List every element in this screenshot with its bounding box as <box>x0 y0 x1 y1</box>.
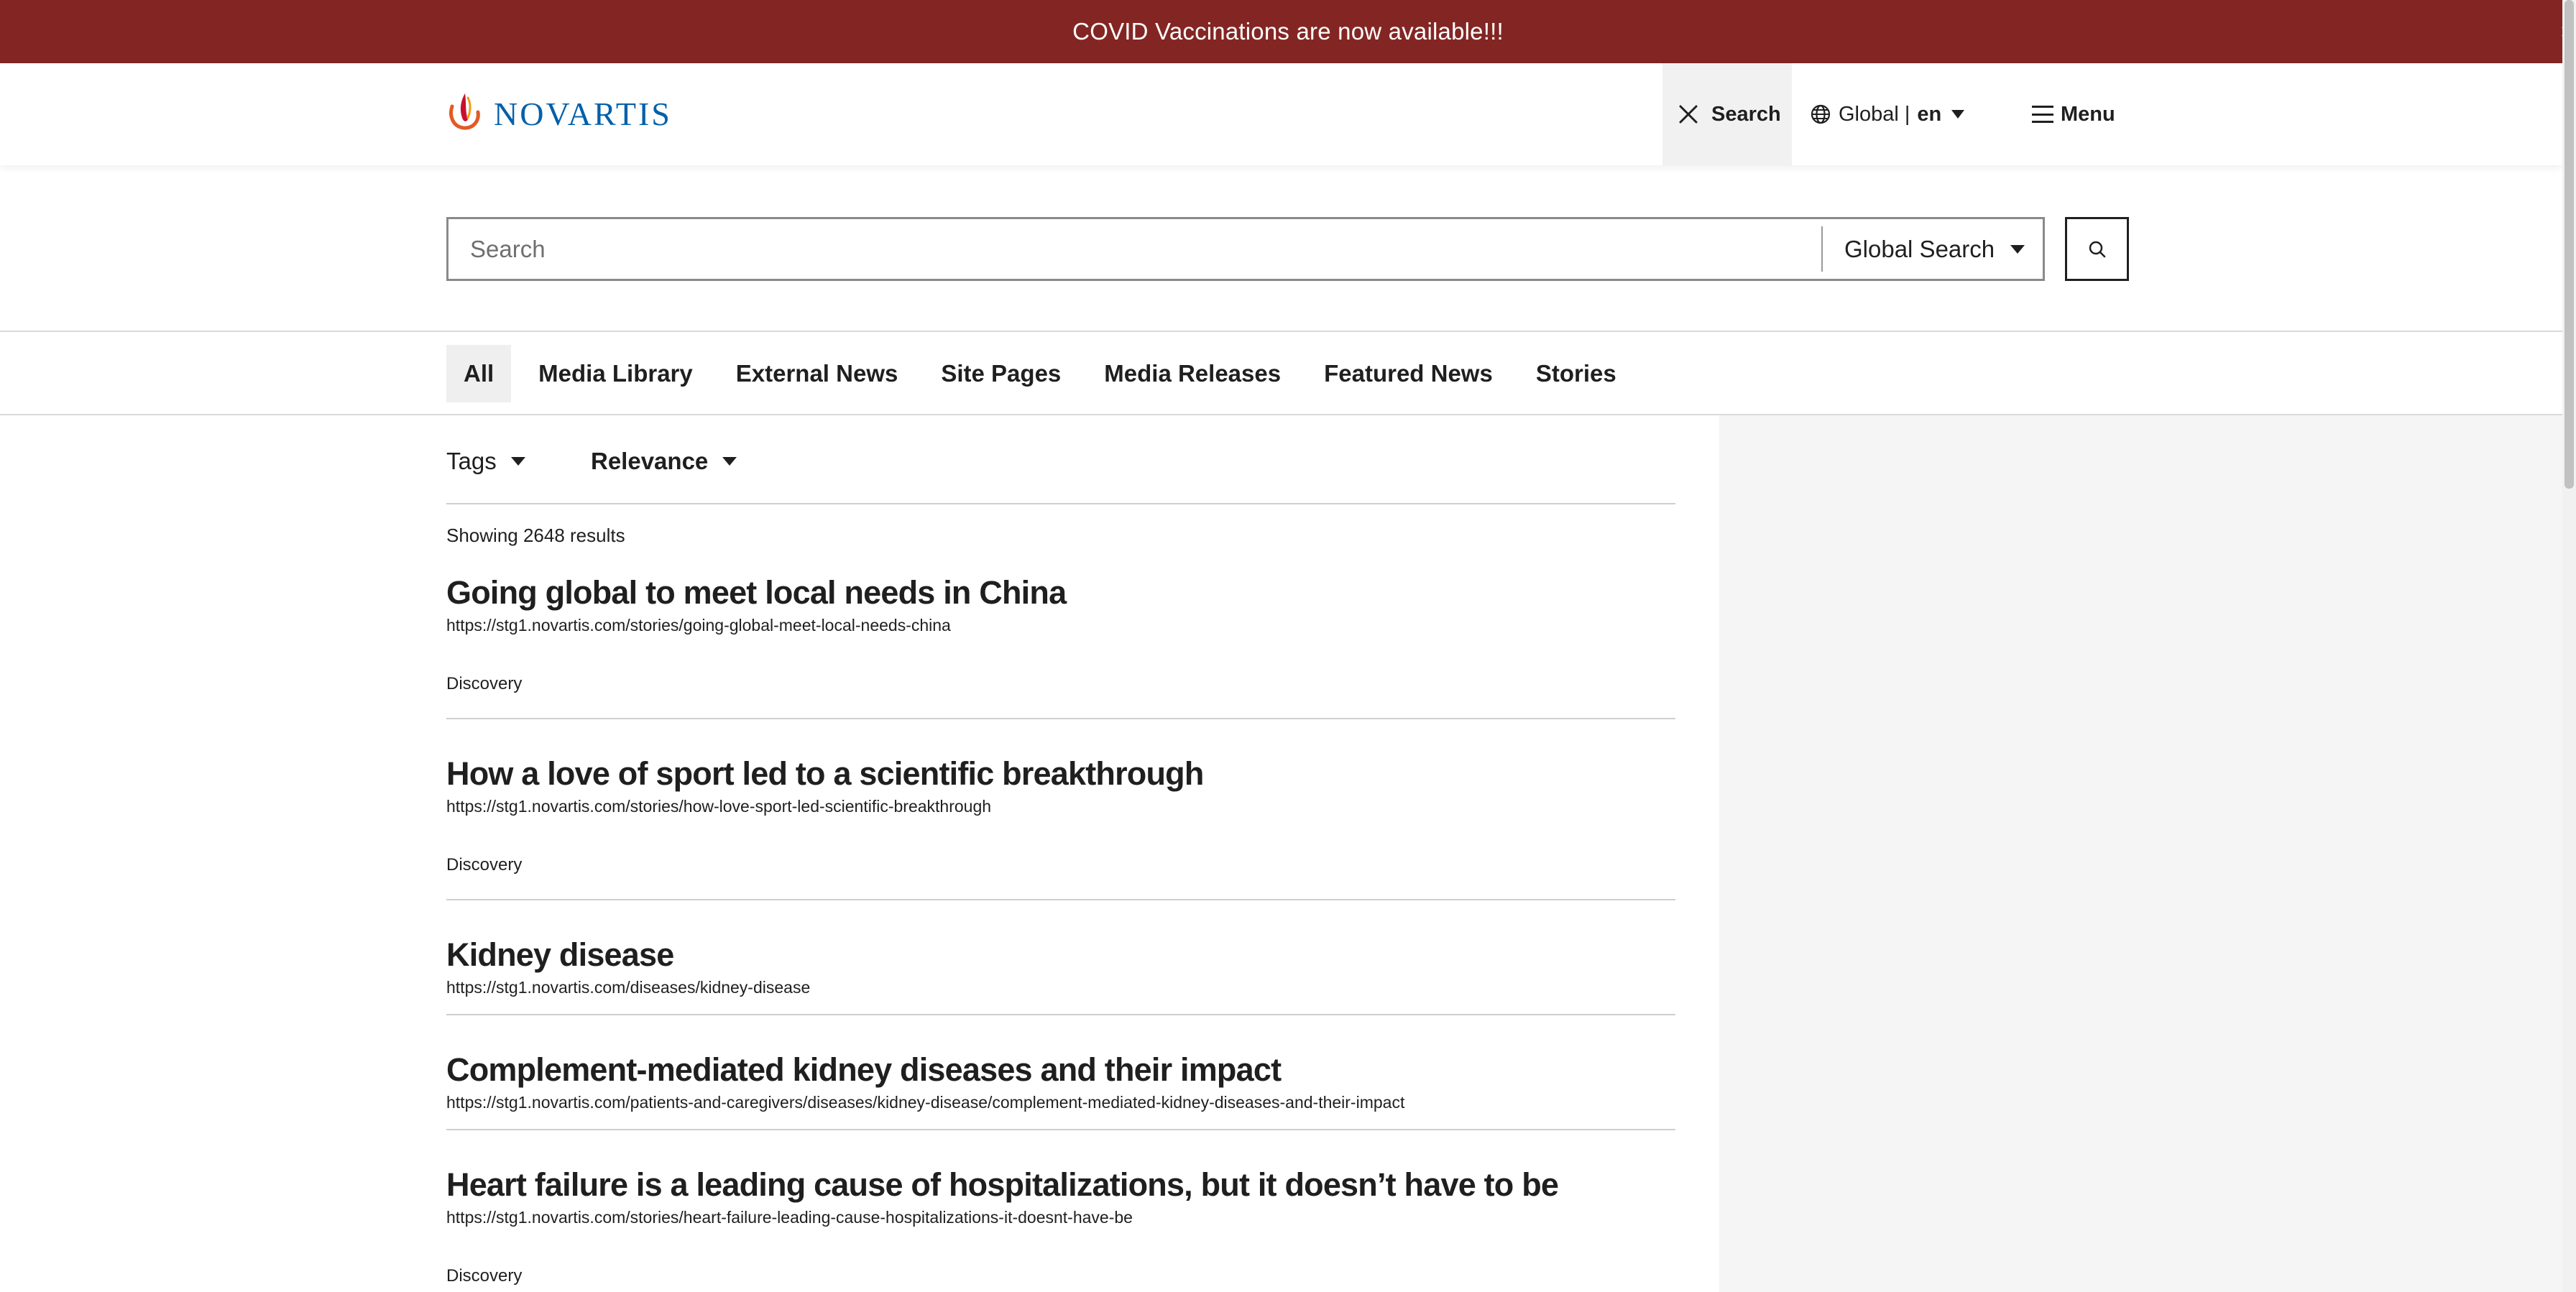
result-url: https://stg1.novartis.com/diseases/kidne… <box>446 978 811 997</box>
search-scope-value: Global Search <box>1844 235 1995 262</box>
result-title-link[interactable]: Kidney disease <box>446 933 1675 977</box>
language-code: en <box>1917 102 1942 126</box>
site-header: NOVARTIS Search Global | en Menu <box>0 63 2562 165</box>
search-result: Kidney disease https://stg1.novartis.com… <box>446 900 1675 1015</box>
flame-logo-icon <box>449 93 480 130</box>
search-submit-button[interactable] <box>2065 217 2129 281</box>
result-url: https://stg1.novartis.com/stories/how-lo… <box>446 797 992 816</box>
language-selector[interactable]: Global | en <box>1810 63 1965 165</box>
result-url: https://stg1.novartis.com/stories/heart-… <box>446 1208 1133 1227</box>
result-title-link[interactable]: How a love of sport led to a scientific … <box>446 752 1675 795</box>
search-icon <box>2089 241 2105 257</box>
search-results-list: Going global to meet local needs in Chin… <box>446 571 1675 1292</box>
hamburger-icon <box>2032 106 2053 123</box>
result-tag: Discovery <box>446 855 523 875</box>
chevron-down-icon <box>1951 110 1965 119</box>
tab-site-pages[interactable]: Site Pages <box>925 345 1077 402</box>
result-title-link[interactable]: Heart failure is a leading cause of hosp… <box>446 1163 1675 1206</box>
search-toggle-label: Search <box>1711 102 1781 126</box>
chevron-down-icon <box>722 457 737 466</box>
tags-filter-label: Tags <box>446 448 497 474</box>
tags-filter-dropdown[interactable]: Tags <box>446 448 525 475</box>
right-sidebar-panel <box>1719 415 2562 1292</box>
search-result: How a love of sport led to a scientific … <box>446 719 1675 900</box>
result-title-link[interactable]: Going global to meet local needs in Chin… <box>446 571 1675 614</box>
filters-bar: Tags Relevance <box>446 415 1675 504</box>
result-url: https://stg1.novartis.com/patients-and-c… <box>446 1093 1405 1112</box>
scrollbar-thumb[interactable] <box>2564 0 2574 489</box>
search-toggle-button[interactable]: Search <box>1662 63 1792 165</box>
search-scope-select[interactable]: Global Search <box>1821 226 2043 272</box>
search-result: Heart failure is a leading cause of hosp… <box>446 1130 1675 1292</box>
tab-all[interactable]: All <box>446 345 512 402</box>
announcement-banner: COVID Vaccinations are now available!!! … <box>0 0 2576 63</box>
tab-stories[interactable]: Stories <box>1520 345 1632 402</box>
tab-external-news[interactable]: External News <box>720 345 914 402</box>
search-result: Going global to meet local needs in Chin… <box>446 571 1675 719</box>
menu-label: Menu <box>2061 102 2115 126</box>
search-box: Global Search <box>446 217 2045 281</box>
result-tag: Discovery <box>446 1266 523 1286</box>
language-region: Global | <box>1839 102 1910 126</box>
close-icon <box>1679 105 1698 124</box>
logo-wordmark: NOVARTIS <box>494 95 672 132</box>
chevron-down-icon <box>2010 244 2025 254</box>
search-input[interactable] <box>448 219 1821 279</box>
banner-text: COVID Vaccinations are now available!!! <box>1072 18 1504 45</box>
menu-button[interactable]: Menu <box>2032 63 2115 165</box>
tab-featured-news[interactable]: Featured News <box>1308 345 1509 402</box>
page-scrollbar[interactable] <box>2562 0 2576 1292</box>
novartis-logo[interactable]: NOVARTIS <box>446 91 672 132</box>
tab-media-library[interactable]: Media Library <box>523 345 709 402</box>
search-result: Complement-mediated kidney diseases and … <box>446 1015 1675 1130</box>
sort-label: Relevance <box>591 448 709 474</box>
globe-icon <box>1811 104 1831 124</box>
result-title-link[interactable]: Complement-mediated kidney diseases and … <box>446 1048 1675 1092</box>
result-count: Showing 2648 results <box>446 525 625 546</box>
result-url: https://stg1.novartis.com/stories/going-… <box>446 616 951 635</box>
result-tag: Discovery <box>446 674 523 693</box>
chevron-down-icon <box>510 457 525 466</box>
tab-media-releases[interactable]: Media Releases <box>1088 345 1297 402</box>
result-type-tabs: All Media Library External News Site Pag… <box>0 331 2562 415</box>
sort-dropdown[interactable]: Relevance <box>591 448 737 475</box>
